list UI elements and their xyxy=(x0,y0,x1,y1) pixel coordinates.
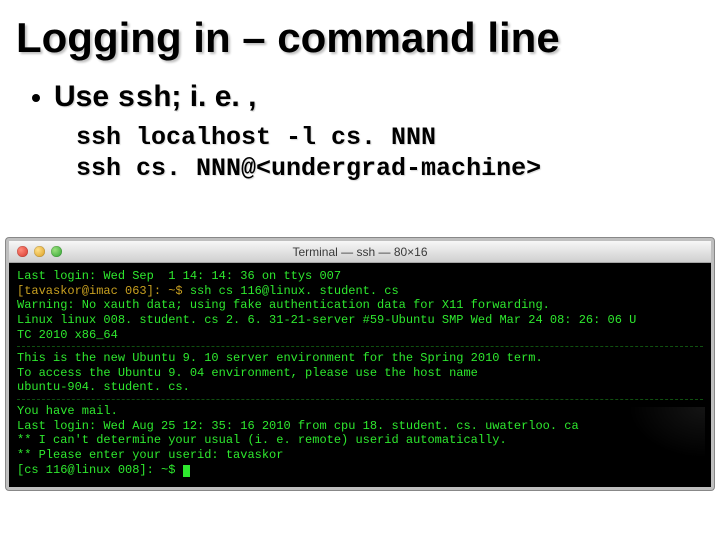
term-line: To access the Ubuntu 9. 04 environment, … xyxy=(17,366,478,380)
term-line: ssh cs 116@linux. student. cs xyxy=(183,284,399,298)
cmd-line-1: ssh localhost -l cs. NNN xyxy=(76,122,704,153)
bullet-mono: ssh xyxy=(117,82,171,116)
divider-line xyxy=(17,399,703,400)
term-line: ** I can't determine your usual (i. e. r… xyxy=(17,433,507,447)
term-host: [tavaskor@imac 063]: ~$ xyxy=(17,284,183,298)
bullet-prefix: Use xyxy=(54,80,117,113)
terminal-titlebar: Terminal — ssh — 80×16 xyxy=(9,241,711,263)
term-line: TC 2010 x86_64 xyxy=(17,328,118,342)
bullet-suffix: ; i. e. , xyxy=(171,80,256,113)
terminal-title: Terminal — ssh — 80×16 xyxy=(9,245,711,259)
term-line: Warning: No xauth data; using fake authe… xyxy=(17,298,550,312)
term-line: ** Please enter your userid: tavaskor xyxy=(17,448,283,462)
term-line: Linux linux 008. student. cs 2. 6. 31-21… xyxy=(17,313,636,327)
term-line: Last login: Wed Sep 1 14: 14: 36 on ttys… xyxy=(17,269,341,283)
term-line: You have mail. xyxy=(17,404,118,418)
command-examples: ssh localhost -l cs. NNN ssh cs. NNN@<un… xyxy=(76,122,704,185)
bullet-item: Use ssh; i. e. , xyxy=(32,80,704,116)
bullet-dot-icon xyxy=(32,94,40,102)
bullet-text: Use ssh; i. e. , xyxy=(54,80,256,116)
slide: Logging in – command line Use ssh; i. e.… xyxy=(0,0,720,540)
cursor-icon xyxy=(183,465,190,477)
term-line: Last login: Wed Aug 25 12: 35: 16 2010 f… xyxy=(17,419,579,433)
terminal-window: Terminal — ssh — 80×16 Last login: Wed S… xyxy=(6,238,714,490)
cmd-line-2: ssh cs. NNN@<undergrad-machine> xyxy=(76,153,704,184)
term-line: This is the new Ubuntu 9. 10 server envi… xyxy=(17,351,543,365)
slide-title: Logging in – command line xyxy=(16,14,704,62)
divider-line xyxy=(17,346,703,347)
term-prompt: [cs 116@linux 008]: ~$ xyxy=(17,463,183,477)
term-line: ubuntu-904. student. cs. xyxy=(17,380,190,394)
terminal-body[interactable]: Last login: Wed Sep 1 14: 14: 36 on ttys… xyxy=(9,263,711,487)
